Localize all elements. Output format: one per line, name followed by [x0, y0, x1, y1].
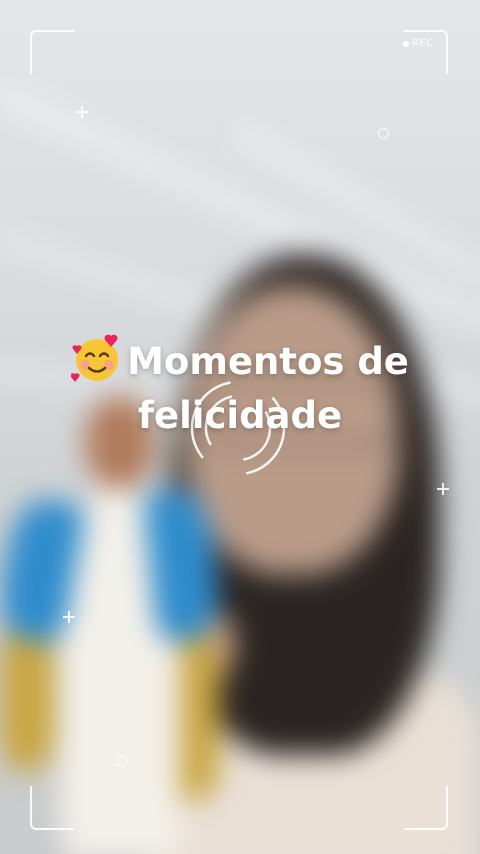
plus-sparkle-icon [76, 106, 88, 118]
circle-sparkle-icon [378, 128, 389, 139]
viewfinder-corner-bottom-left [30, 786, 74, 830]
viewfinder-corner-top-right [404, 30, 448, 74]
story-screen: REC Momentos de felicidade [0, 0, 480, 854]
plus-sparkle-icon [437, 483, 449, 495]
caption-line-1: Momentos de [0, 332, 480, 389]
viewfinder-corner-top-left [30, 30, 74, 74]
story-caption: Momentos de felicidade [0, 332, 480, 443]
record-dot-icon [403, 40, 409, 47]
recording-label: REC [412, 38, 434, 49]
smiling-face-with-hearts-icon [71, 334, 119, 382]
viewfinder-corner-bottom-right [404, 786, 448, 830]
caption-line-1-text: Momentos de [127, 340, 409, 383]
caption-line-2: felicidade [137, 394, 343, 437]
recording-indicator: REC [403, 38, 434, 49]
plus-sparkle-icon [63, 611, 75, 623]
circle-sparkle-icon [116, 756, 127, 767]
